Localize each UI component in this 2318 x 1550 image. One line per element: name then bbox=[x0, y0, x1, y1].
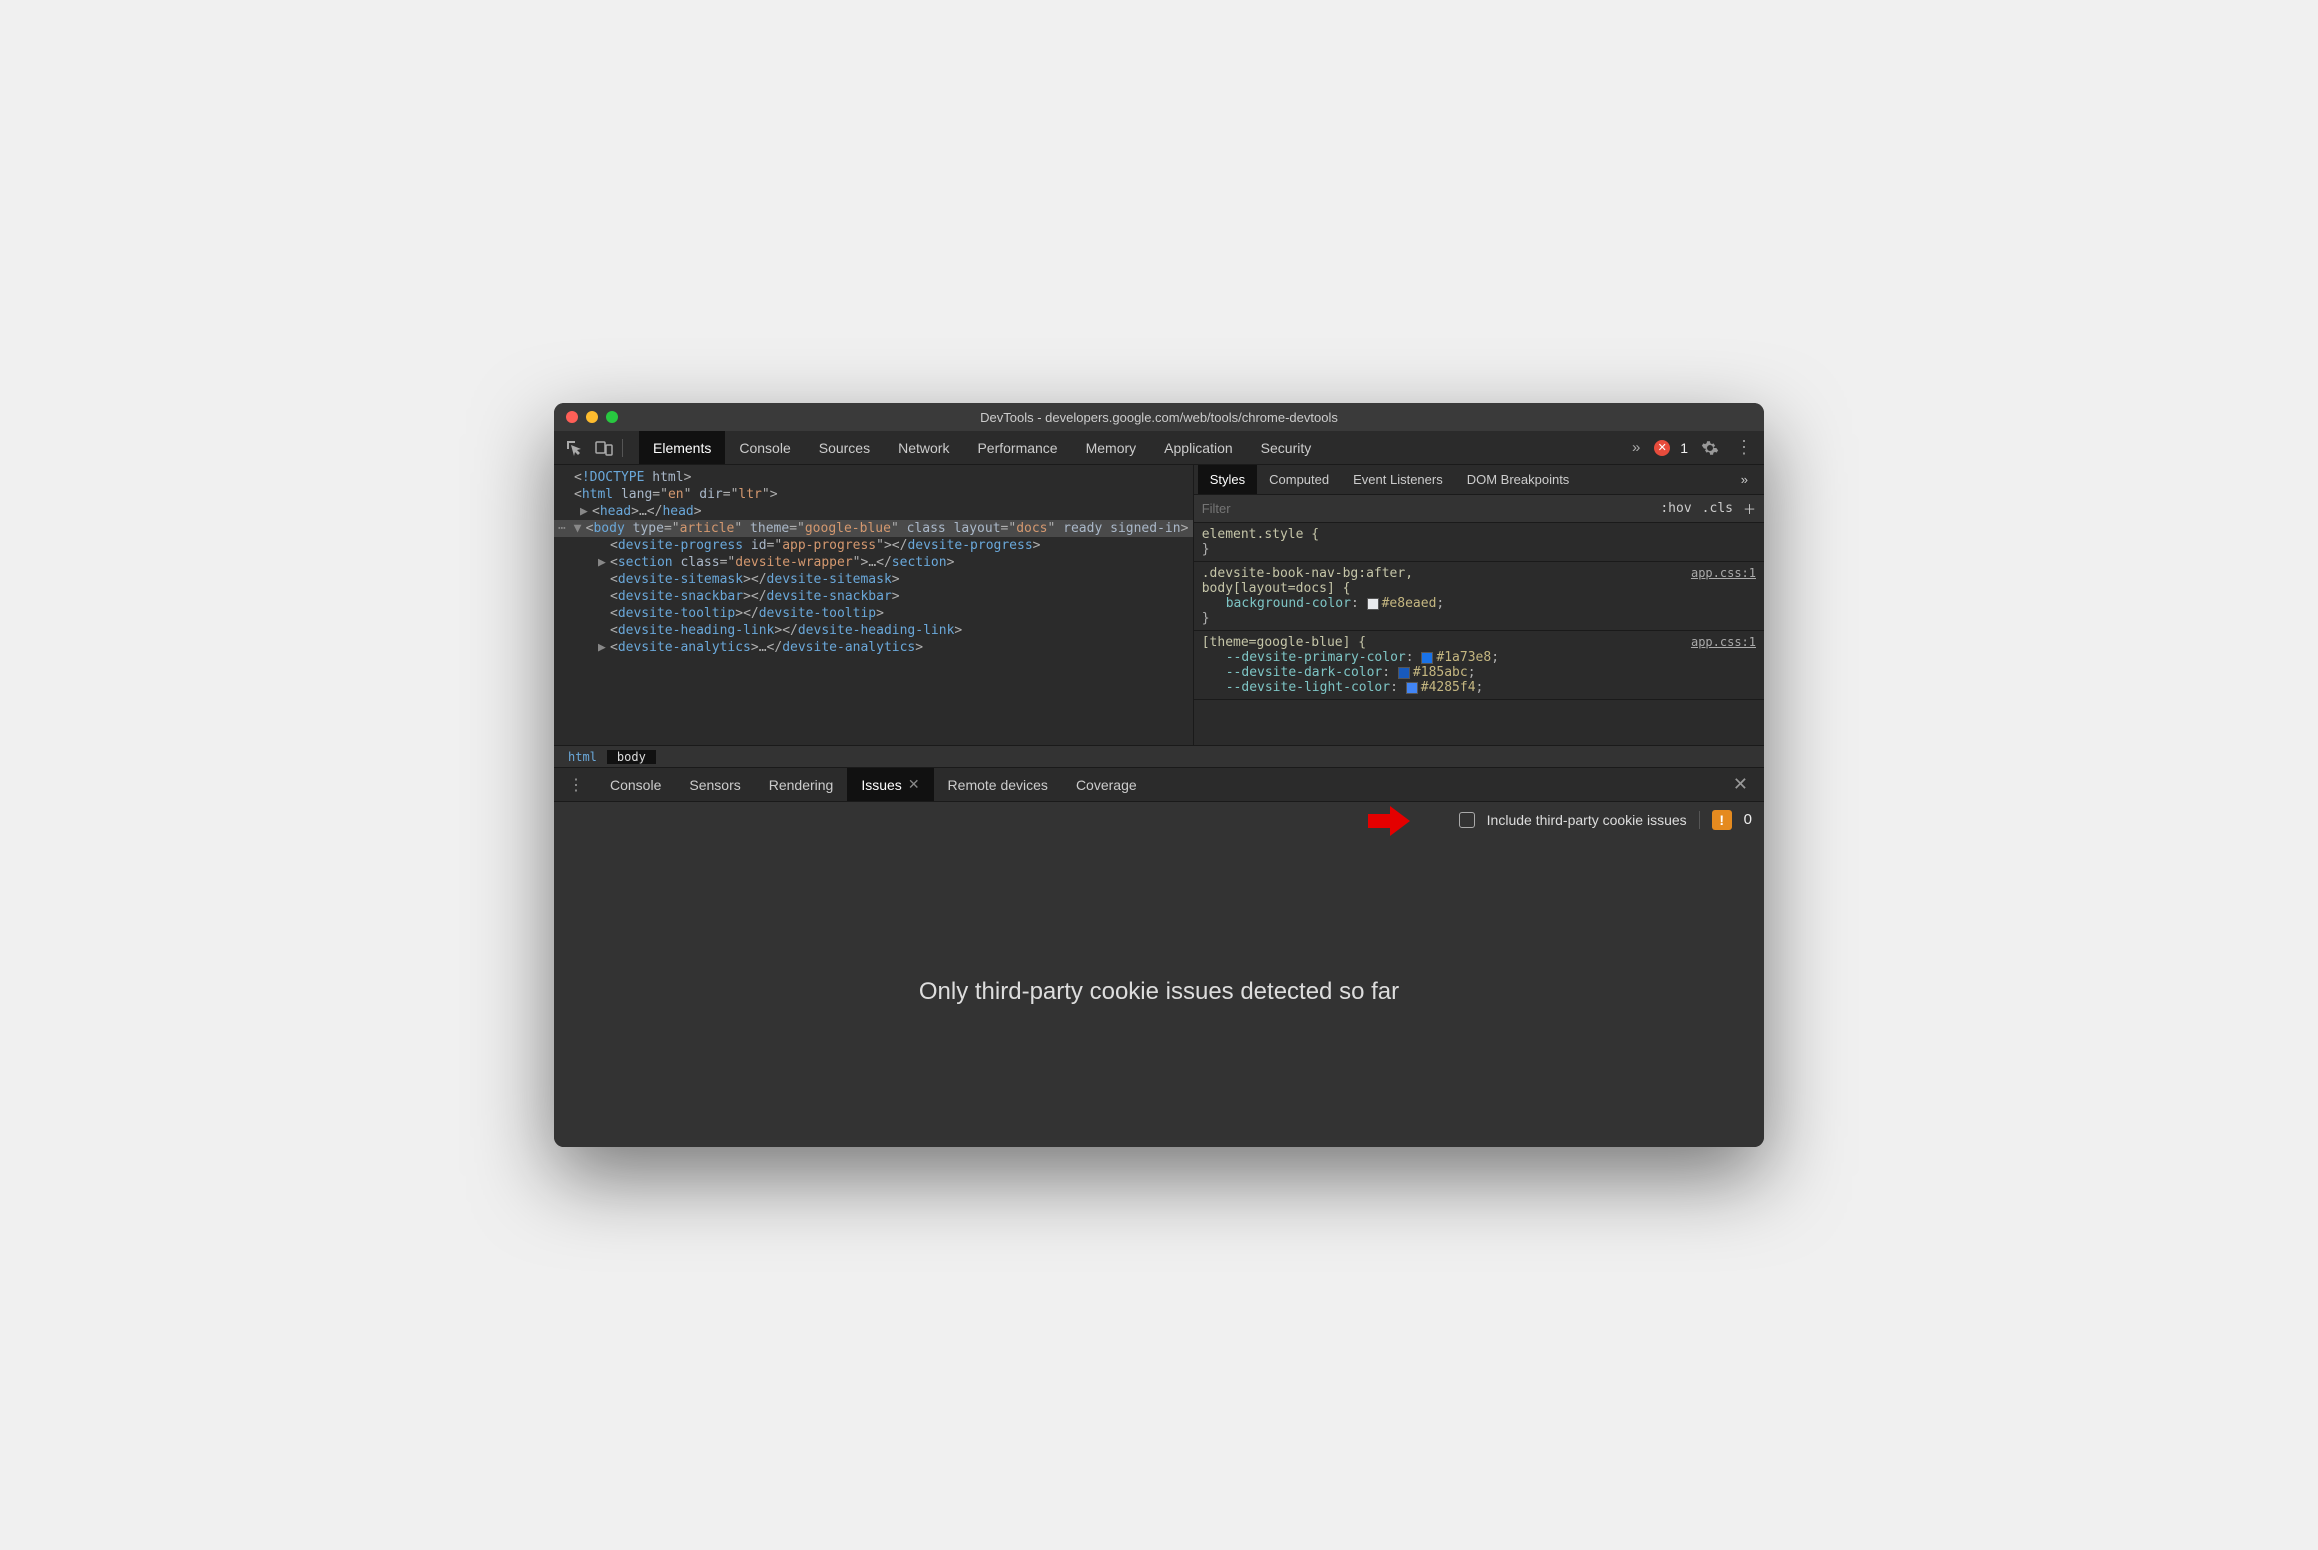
drawer-tab-remote-devices[interactable]: Remote devices bbox=[934, 768, 1062, 801]
breadcrumb: htmlbody bbox=[554, 745, 1764, 767]
elements-line[interactable]: ▶<devsite-analytics>…</devsite-analytics… bbox=[554, 639, 1193, 656]
titlebar: DevTools - developers.google.com/web/too… bbox=[554, 403, 1764, 431]
source-link[interactable]: app.css:1 bbox=[1691, 566, 1756, 580]
drawer-tab-sensors[interactable]: Sensors bbox=[675, 768, 754, 801]
devtools-window: DevTools - developers.google.com/web/too… bbox=[554, 403, 1764, 1147]
crumb-html[interactable]: html bbox=[558, 750, 607, 764]
elements-line[interactable]: <!DOCTYPE html> bbox=[554, 469, 1193, 486]
elements-line[interactable]: <devsite-tooltip></devsite-tooltip> bbox=[554, 605, 1193, 622]
elements-line[interactable]: <html lang="en" dir="ltr"> bbox=[554, 486, 1193, 503]
style-rule[interactable]: [theme=google-blue] {app.css:1--devsite-… bbox=[1194, 631, 1764, 700]
styles-tab-dom-breakpoints[interactable]: DOM Breakpoints bbox=[1455, 465, 1582, 494]
elements-line[interactable]: ▶<head>…</head> bbox=[554, 503, 1193, 520]
tab-sources[interactable]: Sources bbox=[805, 431, 884, 464]
tab-memory[interactable]: Memory bbox=[1072, 431, 1151, 464]
styles-panel: StylesComputedEvent ListenersDOM Breakpo… bbox=[1194, 465, 1764, 745]
inspect-icon[interactable] bbox=[562, 436, 586, 460]
styles-tab-event-listeners[interactable]: Event Listeners bbox=[1341, 465, 1455, 494]
third-party-cookie-checkbox[interactable] bbox=[1459, 812, 1475, 828]
elements-line[interactable]: <devsite-heading-link></devsite-heading-… bbox=[554, 622, 1193, 639]
tab-elements[interactable]: Elements bbox=[639, 431, 725, 464]
styles-more-icon[interactable]: » bbox=[1729, 465, 1760, 494]
drawer-tabs: ⋮ ConsoleSensorsRenderingIssues✕Remote d… bbox=[554, 767, 1764, 801]
main-toolbar: ElementsConsoleSourcesNetworkPerformance… bbox=[554, 431, 1764, 465]
add-rule-icon[interactable]: ＋ bbox=[1743, 499, 1756, 518]
style-rule[interactable]: .devsite-book-nav-bg:after,body[layout=d… bbox=[1194, 562, 1764, 631]
styles-filter-input[interactable] bbox=[1202, 501, 1651, 516]
drawer-tab-coverage[interactable]: Coverage bbox=[1062, 768, 1151, 801]
tab-performance[interactable]: Performance bbox=[963, 431, 1071, 464]
crumb-body[interactable]: body bbox=[607, 750, 656, 764]
window-title: DevTools - developers.google.com/web/too… bbox=[554, 410, 1764, 425]
issues-toolbar: Include third-party cookie issues ! 0 bbox=[554, 801, 1764, 837]
device-toggle-icon[interactable] bbox=[592, 436, 616, 460]
tab-console[interactable]: Console bbox=[725, 431, 804, 464]
issue-count: 0 bbox=[1744, 811, 1752, 828]
drawer-tab-console[interactable]: Console bbox=[596, 768, 675, 801]
tab-security[interactable]: Security bbox=[1247, 431, 1326, 464]
drawer-tab-issues[interactable]: Issues✕ bbox=[847, 768, 933, 801]
issue-badge-icon[interactable]: ! bbox=[1712, 810, 1732, 830]
issues-body: Only third-party cookie issues detected … bbox=[554, 837, 1764, 1147]
maximize-icon[interactable] bbox=[606, 411, 618, 423]
styles-tab-computed[interactable]: Computed bbox=[1257, 465, 1341, 494]
elements-line[interactable]: <devsite-snackbar></devsite-snackbar> bbox=[554, 588, 1193, 605]
source-link[interactable]: app.css:1 bbox=[1691, 635, 1756, 649]
elements-line[interactable]: <devsite-sitemask></devsite-sitemask> bbox=[554, 571, 1193, 588]
styles-tab-styles[interactable]: Styles bbox=[1198, 465, 1257, 494]
elements-line[interactable]: ▶<section class="devsite-wrapper">…</sec… bbox=[554, 554, 1193, 571]
tab-network[interactable]: Network bbox=[884, 431, 963, 464]
error-count: 1 bbox=[1680, 440, 1688, 456]
gear-icon[interactable] bbox=[1698, 436, 1722, 460]
minimize-icon[interactable] bbox=[586, 411, 598, 423]
error-badge-icon[interactable]: ✕ bbox=[1654, 440, 1670, 456]
hov-button[interactable]: :hov bbox=[1660, 501, 1691, 516]
more-tabs-icon[interactable]: » bbox=[1624, 436, 1648, 460]
elements-panel[interactable]: <!DOCTYPE html><html lang="en" dir="ltr"… bbox=[554, 465, 1194, 745]
drawer-kebab-icon[interactable]: ⋮ bbox=[560, 775, 592, 795]
elements-line[interactable]: ⋯ ▼<body type="article" theme="google-bl… bbox=[554, 520, 1193, 537]
close-drawer-icon[interactable]: ✕ bbox=[1723, 774, 1758, 795]
checkbox-label: Include third-party cookie issues bbox=[1487, 812, 1687, 828]
cls-button[interactable]: .cls bbox=[1702, 501, 1733, 516]
elements-line[interactable]: <devsite-progress id="app-progress"></de… bbox=[554, 537, 1193, 554]
issues-message: Only third-party cookie issues detected … bbox=[919, 978, 1399, 1006]
drawer-tab-rendering[interactable]: Rendering bbox=[755, 768, 848, 801]
close-issues-icon[interactable]: ✕ bbox=[908, 776, 920, 793]
close-icon[interactable] bbox=[566, 411, 578, 423]
style-rule[interactable]: element.style {} bbox=[1194, 523, 1764, 562]
kebab-icon[interactable]: ⋮ bbox=[1732, 436, 1756, 460]
tab-application[interactable]: Application bbox=[1150, 431, 1247, 464]
